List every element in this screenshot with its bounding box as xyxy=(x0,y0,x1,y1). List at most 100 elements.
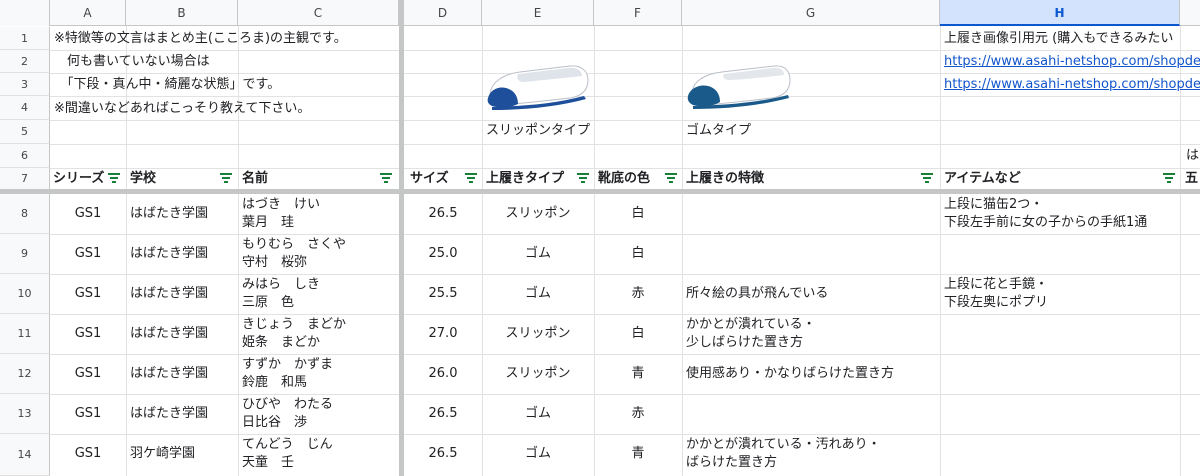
row-header-7[interactable]: 7 xyxy=(0,168,50,190)
column-header-i[interactable] xyxy=(1180,0,1200,26)
header-school[interactable]: 学校 xyxy=(127,168,156,190)
cell-series[interactable]: GS1 xyxy=(50,365,126,383)
filter-icon[interactable] xyxy=(464,173,478,185)
header-series[interactable]: シリーズ xyxy=(50,168,104,190)
column-header-a[interactable]: A xyxy=(50,0,126,26)
cell-sole-color[interactable]: 白 xyxy=(594,245,682,263)
cell-school[interactable]: はばたき学園 xyxy=(130,365,208,383)
cell-size[interactable]: 26.0 xyxy=(404,365,482,383)
cell-items-line2[interactable]: 下段左手前に女の子からの手紙1通 xyxy=(944,214,1147,232)
cell-sole-color[interactable]: 赤 xyxy=(594,405,682,423)
cell-feature-line2[interactable]: 少しばらけた置き方 xyxy=(686,334,803,352)
cell-series[interactable]: GS1 xyxy=(50,245,126,263)
cell-school[interactable]: はばたき学園 xyxy=(130,205,208,223)
cell-sole-color[interactable]: 青 xyxy=(594,445,682,463)
row-header-11[interactable]: 11 xyxy=(0,314,50,354)
column-header-d[interactable]: D xyxy=(404,0,482,26)
cell-shoe-type[interactable]: スリッポン xyxy=(482,205,594,223)
cell-series[interactable]: GS1 xyxy=(50,445,126,463)
row6-column-i-partial[interactable]: は xyxy=(1186,147,1199,165)
cell-school[interactable]: はばたき学園 xyxy=(130,405,208,423)
cell-series[interactable]: GS1 xyxy=(50,285,126,303)
cell-sole-color[interactable]: 白 xyxy=(594,205,682,223)
cell-name-kanji[interactable]: 鈴鹿 和馬 xyxy=(242,374,307,392)
note-line-2[interactable]: 何も書いていない場合は xyxy=(54,53,210,71)
cell-name-kanji[interactable]: 姫条 まどか xyxy=(242,334,320,352)
cell-name-kana[interactable]: てんどう じん xyxy=(242,436,333,454)
cell-name-kanji[interactable]: 守村 桜弥 xyxy=(242,254,307,272)
image-source-title[interactable]: 上履き画像引用元 (購入もできるみたい xyxy=(944,30,1173,48)
column-header-e[interactable]: E xyxy=(482,0,594,26)
cell-feature-line1[interactable]: かかとが潰れている・汚れあり・ xyxy=(686,436,881,454)
column-header-b[interactable]: B xyxy=(126,0,238,26)
cell-items-line2[interactable]: 下段左奥にポプリ xyxy=(944,294,1048,312)
row-header-8[interactable]: 8 xyxy=(0,194,50,234)
cell-name-kanji[interactable]: 三原 色 xyxy=(242,294,294,312)
cell-shoe-type[interactable]: ゴム xyxy=(482,285,594,303)
filter-icon[interactable] xyxy=(576,173,590,185)
cell-sole-color[interactable]: 赤 xyxy=(594,285,682,303)
header-shoe-type[interactable]: 上履きタイプ xyxy=(483,168,564,190)
cell-size[interactable]: 26.5 xyxy=(404,205,482,223)
cell-name-kana[interactable]: きじょう まどか xyxy=(242,316,346,334)
cell-name-kana[interactable]: もりむら さくや xyxy=(242,236,346,254)
cell-series[interactable]: GS1 xyxy=(50,325,126,343)
cell-shoe-type[interactable]: スリッポン xyxy=(482,325,594,343)
cell-shoe-type[interactable]: ゴム xyxy=(482,245,594,263)
cell-feature-line1[interactable]: 使用感あり・かなりばらけた置き方 xyxy=(686,365,894,383)
column-header-g[interactable]: G xyxy=(682,0,940,26)
note-line-4[interactable]: ※間違いなどあればこっそり教えて下さい。 xyxy=(54,100,310,118)
row-header-4[interactable]: 4 xyxy=(0,96,50,120)
row-header-12[interactable]: 12 xyxy=(0,354,50,394)
row-header-5[interactable]: 5 xyxy=(0,120,50,144)
cell-size[interactable]: 27.0 xyxy=(404,325,482,343)
column-header-c[interactable]: C xyxy=(238,0,399,26)
filter-icon[interactable] xyxy=(379,173,393,185)
select-all-corner[interactable] xyxy=(0,0,50,26)
column-header-h[interactable]: H xyxy=(940,0,1180,26)
filter-icon[interactable] xyxy=(920,173,934,185)
gom-type-label[interactable]: ゴムタイプ xyxy=(686,122,751,140)
filter-icon[interactable] xyxy=(664,173,678,185)
image-source-link-2[interactable]: https://www.asahi-netshop.com/shopdet xyxy=(944,76,1200,94)
cell-size[interactable]: 26.5 xyxy=(404,445,482,463)
cell-school[interactable]: はばたき学園 xyxy=(130,245,208,263)
column-header-f[interactable]: F xyxy=(594,0,682,26)
cell-shoe-type[interactable]: スリッポン xyxy=(482,365,594,383)
header-next-partial[interactable]: 五 xyxy=(1182,168,1198,190)
cell-shoe-type[interactable]: ゴム xyxy=(482,405,594,423)
cell-items-line1[interactable]: 上段に花と手鏡・ xyxy=(944,276,1048,294)
cell-feature-line2[interactable]: ばらけた置き方 xyxy=(686,454,777,472)
cell-school[interactable]: はばたき学園 xyxy=(130,325,208,343)
header-sole-color[interactable]: 靴底の色 xyxy=(595,168,650,190)
cell-size[interactable]: 25.5 xyxy=(404,285,482,303)
row-header-1[interactable]: 1 xyxy=(0,27,50,50)
note-line-3[interactable]: 「下段・真ん中・綺麗な状態」です。 xyxy=(54,76,280,94)
header-items[interactable]: アイテムなど xyxy=(941,168,1021,190)
cell-name-kana[interactable]: みはら しき xyxy=(242,276,320,294)
note-line-1[interactable]: ※特徴等の文言はまとめ主(こころま)の主観です。 xyxy=(54,30,347,48)
row-header-10[interactable]: 10 xyxy=(0,274,50,314)
cell-series[interactable]: GS1 xyxy=(50,205,126,223)
cell-name-kanji[interactable]: 日比谷 渉 xyxy=(242,414,307,432)
header-size[interactable]: サイズ xyxy=(407,168,449,190)
filter-icon[interactable] xyxy=(107,173,121,185)
cell-size[interactable]: 25.0 xyxy=(404,245,482,263)
row-header-3[interactable]: 3 xyxy=(0,73,50,96)
cell-school[interactable]: はばたき学園 xyxy=(130,285,208,303)
cell-name-kanji[interactable]: 天童 壬 xyxy=(242,454,294,472)
row-header-9[interactable]: 9 xyxy=(0,234,50,274)
row-header-14[interactable]: 14 xyxy=(0,434,50,476)
cell-series[interactable]: GS1 xyxy=(50,405,126,423)
cell-name-kana[interactable]: はづき けい xyxy=(242,196,320,214)
cell-school[interactable]: 羽ケ崎学園 xyxy=(130,445,195,463)
cell-size[interactable]: 26.5 xyxy=(404,405,482,423)
cell-feature-line1[interactable]: 所々絵の具が飛んでいる xyxy=(686,285,828,303)
image-source-link-1[interactable]: https://www.asahi-netshop.com/shopdet xyxy=(944,53,1200,71)
cell-name-kanji[interactable]: 葉月 珪 xyxy=(242,214,294,232)
filter-icon[interactable] xyxy=(1162,173,1176,185)
row-header-6[interactable]: 6 xyxy=(0,144,50,168)
filter-icon[interactable] xyxy=(219,173,233,185)
cell-sole-color[interactable]: 青 xyxy=(594,365,682,383)
cell-name-kana[interactable]: すずか かずま xyxy=(242,356,333,374)
